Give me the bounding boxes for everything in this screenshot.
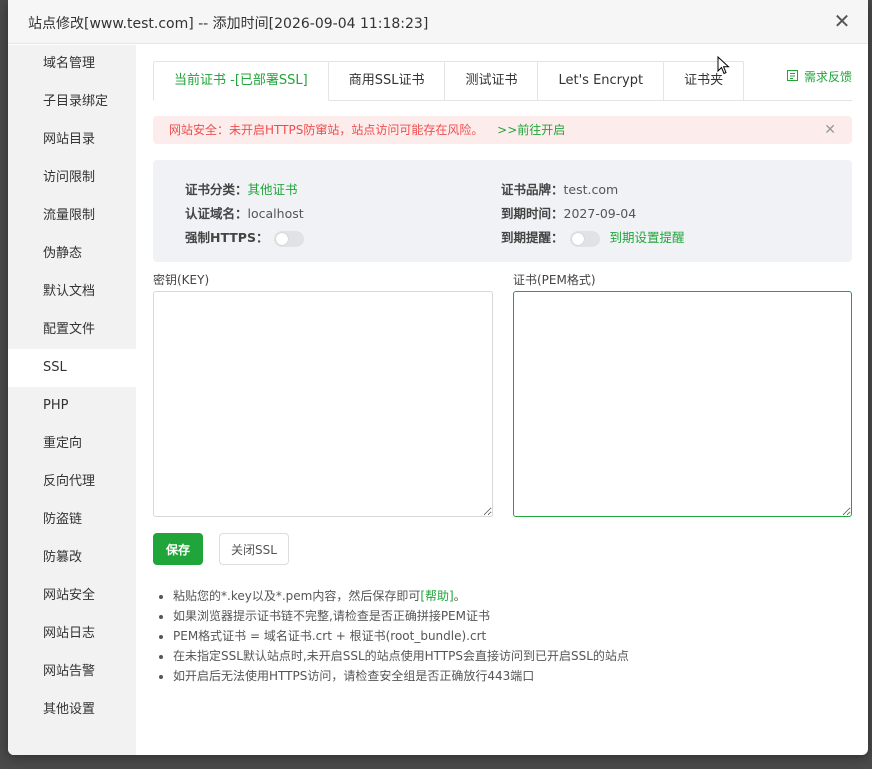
mouse-cursor-icon xyxy=(717,56,730,75)
tab-cert-folder[interactable]: 证书夹 xyxy=(664,61,745,101)
ssl-tips-list: 粘贴您的*.key以及*.pem内容，然后保存即可[帮助]。 如果浏览器提示证书… xyxy=(173,586,629,686)
cert-brand: 证书品牌：test.com xyxy=(501,179,618,198)
tip1-text: 粘贴您的*.key以及*.pem内容，然后保存即可 xyxy=(173,589,421,603)
cert-expire-value: 2027-09-04 xyxy=(563,206,637,221)
sidebar-item-default-doc[interactable]: 默认文档 xyxy=(8,273,136,311)
cert-domain-key: 认证域名： xyxy=(185,206,248,221)
feedback-link[interactable]: 需求反馈 xyxy=(787,68,852,85)
cert-domain: 认证域名：localhost xyxy=(185,203,304,222)
sidebar-item-site-security[interactable]: 网站安全 xyxy=(8,577,136,615)
sidebar-item-access-limit[interactable]: 访问限制 xyxy=(8,159,136,197)
feedback-label: 需求反馈 xyxy=(803,70,852,84)
close-icon[interactable]: ✕ xyxy=(832,10,852,32)
tip-item: 如开启后无法使用HTTPS访问，请检查安全组是否正确放行443端口 xyxy=(173,666,629,686)
ssl-tabs: 当前证书 -[已部署SSL] 商用SSL证书 测试证书 Let's Encryp… xyxy=(153,61,745,101)
alert-close-icon[interactable]: ✕ xyxy=(824,122,836,138)
cert-info-panel: 证书分类：其他证书 认证域名：localhost 强制HTTPS： 证书品牌：t… xyxy=(153,160,852,262)
force-https-key: 强制HTTPS： xyxy=(185,230,269,245)
tab-current-cert[interactable]: 当前证书 -[已部署SSL] xyxy=(153,61,329,101)
sidebar-item-other-settings[interactable]: 其他设置 xyxy=(8,691,136,729)
pem-field-label: 证书(PEM格式) xyxy=(513,273,596,287)
sidebar-item-traffic-limit[interactable]: 流量限制 xyxy=(8,197,136,235)
sidebar-item-site-alert[interactable]: 网站告警 xyxy=(8,653,136,691)
tip1-suffix: 。 xyxy=(453,589,466,603)
dialog-title: 站点修改[www.test.com] -- 添加时间[2026-09-04 11… xyxy=(28,16,429,32)
force-https-toggle[interactable] xyxy=(274,230,305,247)
expire-reminder-link[interactable]: 到期设置提醒 xyxy=(610,230,685,245)
sidebar-item-site-log[interactable]: 网站日志 xyxy=(8,615,136,653)
dialog-titlebar: 站点修改[www.test.com] -- 添加时间[2026-09-04 11… xyxy=(8,0,868,44)
expire-reminder-row: 到期提醒： 到期设置提醒 xyxy=(501,227,685,247)
cert-brand-value: test.com xyxy=(563,182,619,197)
alert-enable-link[interactable]: >>前往开启 xyxy=(497,123,565,137)
tab-lets-encrypt[interactable]: Let's Encrypt xyxy=(538,61,665,101)
save-button[interactable]: 保存 xyxy=(153,533,203,565)
sidebar-item-tamper-proof[interactable]: 防篡改 xyxy=(8,539,136,577)
sidebar-item-site-dir[interactable]: 网站目录 xyxy=(8,121,136,159)
cert-expire-key: 到期时间： xyxy=(501,206,564,221)
sidebar-item-config-file[interactable]: 配置文件 xyxy=(8,311,136,349)
sidebar-item-rewrite[interactable]: 伪静态 xyxy=(8,235,136,273)
sidebar-item-domain[interactable]: 域名管理 xyxy=(8,45,136,83)
tip-item: 在未指定SSL默认站点时,未开启SSL的站点使用HTTPS会直接访问到已开启SS… xyxy=(173,646,629,666)
tip-item: 如果浏览器提示证书链不完整,请检查是否正确拼接PEM证书 xyxy=(173,606,629,626)
expire-reminder-key: 到期提醒： xyxy=(501,230,564,245)
sidebar-item-reverse-proxy[interactable]: 反向代理 xyxy=(8,463,136,501)
sidebar: 域名管理 子目录绑定 网站目录 访问限制 流量限制 伪静态 默认文档 配置文件 … xyxy=(8,45,136,755)
site-settings-dialog: 站点修改[www.test.com] -- 添加时间[2026-09-04 11… xyxy=(8,0,868,755)
sidebar-item-hotlink[interactable]: 防盗链 xyxy=(8,501,136,539)
cert-brand-key: 证书品牌： xyxy=(501,182,564,197)
tab-commercial-ssl[interactable]: 商用SSL证书 xyxy=(328,61,446,101)
sidebar-item-php[interactable]: PHP xyxy=(8,387,136,425)
key-textarea[interactable] xyxy=(153,291,493,517)
sidebar-item-subdir[interactable]: 子目录绑定 xyxy=(8,83,136,121)
close-ssl-button[interactable]: 关闭SSL xyxy=(219,533,289,565)
key-field-label: 密钥(KEY) xyxy=(153,273,210,287)
tip-item: 粘贴您的*.key以及*.pem内容，然后保存即可[帮助]。 xyxy=(173,586,629,606)
cert-expire: 到期时间：2027-09-04 xyxy=(501,203,636,222)
cert-category-value: 其他证书 xyxy=(247,182,298,197)
force-https-row: 强制HTTPS： xyxy=(185,227,305,247)
security-alert: 网站安全：未开启HTTPS防窜站，站点访问可能存在风险。 >>前往开启 ✕ xyxy=(153,116,852,144)
help-link[interactable]: [帮助] xyxy=(420,589,453,603)
cert-domain-value: localhost xyxy=(247,206,304,221)
tip-item: PEM格式证书 = 域名证书.crt + 根证书(root_bundle).cr… xyxy=(173,626,629,646)
cert-category-key: 证书分类： xyxy=(185,182,248,197)
sidebar-item-redirect[interactable]: 重定向 xyxy=(8,425,136,463)
feedback-icon xyxy=(787,70,802,84)
alert-message: 网站安全：未开启HTTPS防窜站，站点访问可能存在风险。 xyxy=(169,123,484,137)
cert-category: 证书分类：其他证书 xyxy=(185,179,298,198)
sidebar-item-ssl[interactable]: SSL xyxy=(8,349,136,387)
expire-reminder-toggle[interactable] xyxy=(569,230,600,247)
tab-test-cert[interactable]: 测试证书 xyxy=(445,61,539,101)
pem-textarea[interactable] xyxy=(513,291,852,517)
ssl-panel: 当前证书 -[已部署SSL] 商用SSL证书 测试证书 Let's Encryp… xyxy=(153,45,852,755)
